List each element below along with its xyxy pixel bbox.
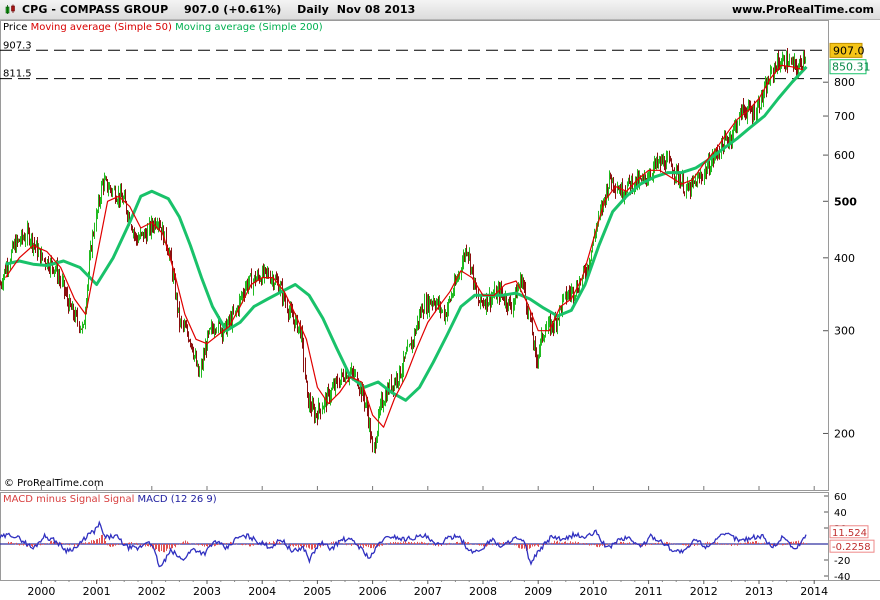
hist-last-label: -0.2258 — [832, 542, 871, 553]
last-price-label: 907.0 — [833, 44, 865, 57]
y-tick-label: 300 — [834, 325, 855, 338]
y-tick-label: 700 — [834, 110, 855, 123]
x-tick-label: 2008 — [469, 585, 497, 598]
watermark: © ProRealTime.com — [4, 478, 104, 489]
x-tick-label: 2012 — [690, 585, 718, 598]
macd-y-tick-label: 60 — [834, 492, 847, 503]
price-bars — [0, 47, 806, 454]
x-tick-label: 2000 — [27, 585, 55, 598]
y-tick-label: 500 — [834, 195, 857, 208]
y-tick-label: 600 — [834, 149, 855, 162]
macd-legend: MACD minus Signal Signal MACD (12 26 9) — [3, 494, 217, 505]
y-tick-label: 400 — [834, 252, 855, 265]
x-tick-label: 2011 — [635, 585, 663, 598]
legend-macd-line: MACD (12 26 9) — [137, 494, 217, 505]
x-tick-label: 2006 — [359, 585, 387, 598]
price-panel-frame — [0, 20, 829, 491]
price-chart: 2000 2001 2002 2003 2004 2005 2006 2007 2008 2009… — [0, 20, 880, 598]
hline-label: 907.3 — [3, 40, 32, 51]
x-tick-label: 2010 — [579, 585, 607, 598]
price-legend: Price Moving average (Simple 50) Moving … — [3, 22, 323, 33]
ma50-line — [5, 64, 804, 428]
macd-y-tick-label: -40 — [834, 572, 850, 583]
y-tick-label: 800 — [834, 76, 855, 89]
x-tick-label: 2002 — [138, 585, 166, 598]
legend-ma50: Moving average (Simple 50) — [30, 22, 172, 33]
hline-label: 811.5 — [3, 69, 32, 80]
x-tick-label: 2009 — [524, 585, 552, 598]
x-tick-label: 2001 — [83, 585, 111, 598]
legend-price: Price — [3, 22, 28, 33]
legend-ma200: Moving average (Simple 200) — [175, 22, 323, 33]
x-tick-label: 2013 — [745, 585, 773, 598]
x-tick-label: 2007 — [414, 585, 442, 598]
x-tick-label: 2014 — [800, 585, 828, 598]
macd-panel-frame — [0, 492, 829, 581]
macd-y-tick-label: -20 — [834, 556, 850, 567]
x-tick-label: 2004 — [248, 585, 276, 598]
legend-macd-hist: MACD minus Signal Signal — [3, 494, 135, 505]
last-ma-label: 850.31 — [832, 61, 871, 74]
macd-last-label: 11.524 — [832, 528, 867, 539]
macd-y-tick-label: 40 — [834, 508, 847, 519]
y-tick-label: 200 — [834, 427, 855, 440]
x-tick-label: 2005 — [303, 585, 331, 598]
x-tick-label: 2003 — [193, 585, 221, 598]
